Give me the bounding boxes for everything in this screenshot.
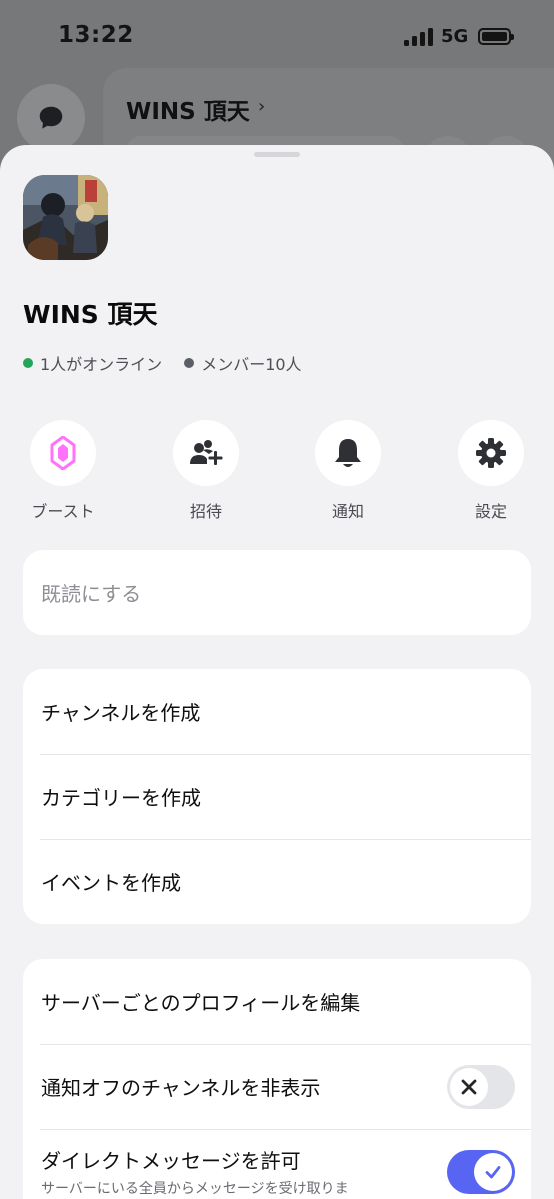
edit-server-profile-item[interactable]: サーバーごとのプロフィールを編集 [23, 959, 531, 1044]
server-stats: 1人がオンライン メンバー10人 [23, 351, 302, 375]
mark-read-button[interactable]: 既読にする [23, 550, 531, 635]
allow-direct-messages-label: ダイレクトメッセージを許可 [41, 1149, 301, 1173]
create-channel-item[interactable]: チャンネルを作成 [23, 669, 531, 754]
settings-label: 設定 [474, 502, 507, 521]
sheet-drag-handle[interactable] [254, 152, 300, 157]
hide-muted-channels-item[interactable]: 通知オフのチャンネルを非表示 [23, 1044, 531, 1129]
invite-label: 招待 [189, 502, 222, 521]
invite-button[interactable]: 招待 [156, 420, 256, 522]
create-event-item[interactable]: イベントを作成 [23, 839, 531, 924]
boost-icon [50, 436, 76, 470]
status-time: 13:22 [58, 22, 134, 48]
settings-button[interactable]: 設定 [441, 420, 541, 522]
member-count: メンバー10人 [201, 355, 302, 374]
chevron-right-icon: › [258, 96, 266, 117]
allow-direct-messages-item[interactable]: ダイレクトメッセージを許可 サーバーにいる全員からメッセージを受け取りま [23, 1129, 531, 1199]
direct-messages-button [17, 84, 85, 152]
background-server-title: WINS 頂天 [126, 99, 250, 125]
status-bar: 13:22 5G [0, 0, 554, 72]
hide-muted-channels-label: 通知オフのチャンネルを非表示 [41, 1076, 321, 1100]
server-name: WINS 頂天 [23, 300, 158, 329]
network-label: 5G [441, 26, 469, 47]
mark-read-card: 既読にする [23, 550, 531, 635]
boost-button[interactable]: ブースト [13, 420, 113, 522]
notifications-button[interactable]: 通知 [298, 420, 398, 522]
notifications-label: 通知 [331, 502, 364, 521]
online-dot-icon [23, 358, 33, 368]
allow-direct-messages-description: サーバーにいる全員からメッセージを受け取りま [41, 1181, 349, 1197]
settings-menu-card: サーバーごとのプロフィールを編集 通知オフのチャンネルを非表示 ダイレクトメッセ… [23, 959, 531, 1199]
battery-icon [478, 28, 514, 45]
server-actions: ブースト 招待 通知 設定 [0, 420, 554, 530]
chat-bubble-icon [39, 106, 63, 129]
gear-icon [476, 438, 506, 468]
member-dot-icon [184, 358, 195, 368]
boost-label: ブースト [31, 502, 95, 521]
server-menu-sheet: WINS 頂天 1人がオンライン メンバー10人 ブースト 招待 通知 設定 既… [0, 145, 554, 1199]
create-category-item[interactable]: カテゴリーを作成 [23, 754, 531, 839]
bell-icon [335, 439, 361, 467]
signal-icon [404, 28, 434, 46]
server-icon [23, 175, 108, 260]
hide-muted-channels-toggle[interactable] [447, 1065, 515, 1109]
create-menu-card: チャンネルを作成 カテゴリーを作成 イベントを作成 [23, 669, 531, 924]
check-icon [485, 1166, 501, 1179]
online-count: 1人がオンライン [40, 355, 163, 374]
close-icon [461, 1079, 477, 1095]
allow-direct-messages-toggle[interactable] [447, 1150, 515, 1194]
invite-icon [190, 440, 223, 465]
